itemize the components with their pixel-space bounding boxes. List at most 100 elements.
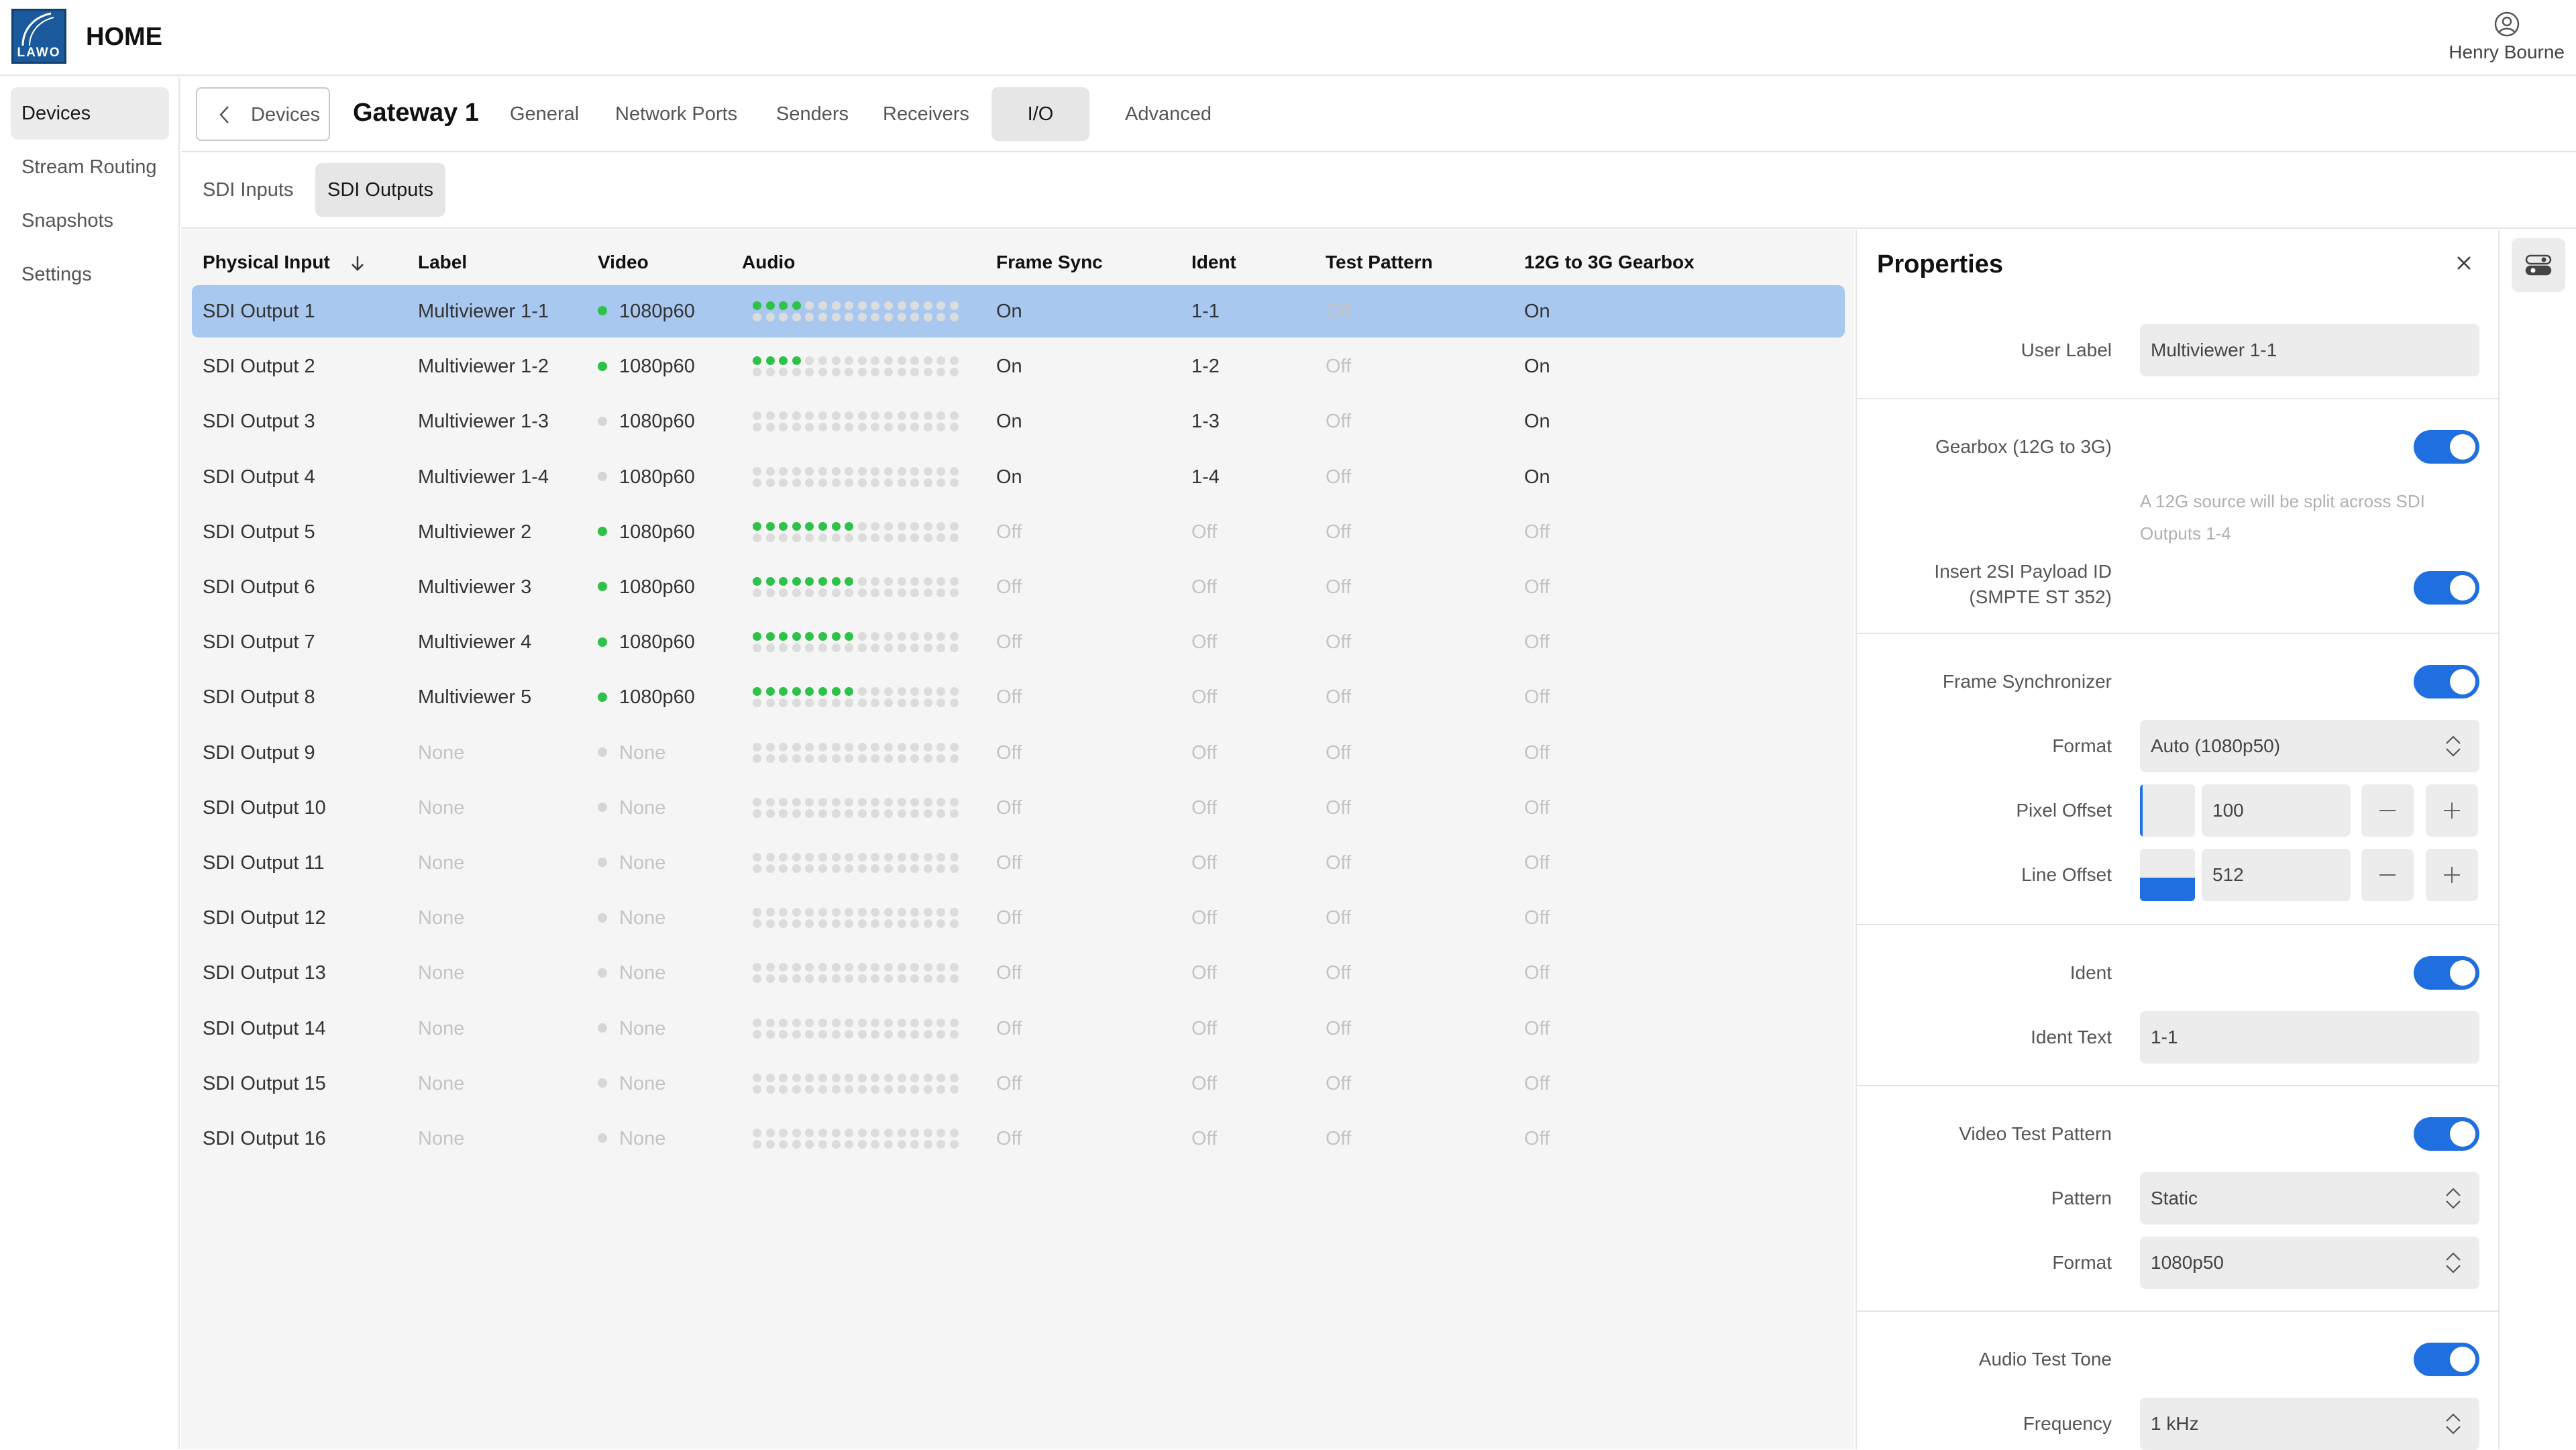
tab-receivers[interactable]: Receivers (867, 87, 985, 141)
back-to-devices-button[interactable]: Devices (196, 87, 330, 141)
output-name-cell: SDI Output 13 (203, 962, 326, 984)
column-header-label[interactable]: Label (418, 252, 467, 273)
pixel-offset-decrement-button[interactable] (2361, 784, 2414, 837)
audio-channel-dot (831, 908, 841, 917)
sidebar-item-settings[interactable]: Settings (11, 248, 169, 301)
audio-channel-dot (792, 313, 801, 321)
table-row[interactable]: SDI Output 8 Multiviewer 5 1080p60 Off Off Of… (192, 671, 1845, 723)
audio-channel-dot (936, 411, 946, 421)
subtab-sdi-inputs[interactable]: SDI Inputs (191, 163, 305, 217)
pixel-offset-slider[interactable] (2140, 784, 2195, 837)
table-row[interactable]: SDI Output 4 Multiviewer 1-4 1080p60 On 1-4 O… (192, 451, 1845, 503)
audio-test-tone-label: Audio Test Tone (1978, 1349, 2112, 1369)
audio-channel-dot (845, 301, 854, 310)
gearbox-toggle[interactable] (2414, 430, 2479, 464)
audio-channel-dot (792, 521, 801, 531)
tab-general[interactable]: General (494, 87, 595, 141)
table-row[interactable]: SDI Output 13 None None Off Off Off Off (192, 947, 1845, 999)
user-label-input[interactable]: Multiviewer 1-1 (2140, 324, 2479, 376)
column-header-ident[interactable]: Ident (1191, 252, 1236, 273)
table-row[interactable]: SDI Output 14 None None Off Off Off Off (192, 1002, 1845, 1055)
sidebar-item-snapshots[interactable]: Snapshots (11, 195, 169, 247)
table-row[interactable]: SDI Output 9 None None Off Off Off Off (192, 727, 1845, 779)
test-pattern-cell: Off (1326, 1128, 1352, 1149)
tab-advanced[interactable]: Advanced (1109, 87, 1228, 141)
table-row[interactable]: SDI Output 5 Multiviewer 2 1080p60 Off Off Of… (192, 506, 1845, 558)
audio-channel-dot (910, 687, 920, 696)
audio-channel-dot (779, 478, 788, 487)
close-icon[interactable] (2455, 254, 2473, 272)
audio-channel-meters (753, 742, 967, 764)
audio-channel-dot (805, 1029, 814, 1039)
video-format-text: None (619, 962, 666, 984)
audio-test-tone-toggle[interactable] (2414, 1343, 2479, 1376)
audio-channel-dot (845, 853, 854, 862)
table-row[interactable]: SDI Output 10 None None Off Off Off Off (192, 782, 1845, 834)
column-header-video[interactable]: Video (598, 252, 649, 273)
ident-label: Ident (2070, 962, 2112, 983)
table-row[interactable]: SDI Output 6 Multiviewer 3 1080p60 Off Off Of… (192, 561, 1845, 613)
payload-id-toggle[interactable] (2414, 571, 2479, 605)
column-header-physical-input[interactable]: Physical Input (203, 252, 365, 273)
audio-channel-dot (792, 809, 801, 818)
audio-channel-dot (857, 466, 867, 476)
audio-channel-dot (884, 963, 893, 972)
audio-channel-dot (753, 466, 761, 476)
audio-channel-dot (779, 632, 788, 641)
table-row[interactable]: SDI Output 3 Multiviewer 1-3 1080p60 On 1-3 O… (192, 395, 1845, 448)
audio-channel-dot (805, 533, 814, 542)
audio-channel-dot (897, 577, 906, 586)
audio-channel-dot (950, 632, 959, 641)
app-title[interactable]: HOME (86, 23, 162, 52)
table-row[interactable]: SDI Output 1 Multiviewer 1-1 1080p60 On 1-1 O… (192, 285, 1845, 338)
properties-toggle-button[interactable] (2512, 238, 2565, 292)
audio-channel-dot (845, 643, 854, 653)
column-header-gearbox[interactable]: 12G to 3G Gearbox (1524, 252, 1695, 273)
audio-channel-dot (950, 423, 959, 432)
frame-sync-toggle[interactable] (2414, 665, 2479, 698)
output-name-cell: SDI Output 8 (203, 686, 315, 709)
ident-text-input[interactable]: 1-1 (2140, 1011, 2479, 1064)
audio-channel-dot (779, 687, 788, 696)
table-row[interactable]: SDI Output 12 None None Off Off Off Off (192, 892, 1845, 944)
line-offset-slider[interactable] (2140, 849, 2195, 901)
audio-channel-dot (950, 742, 959, 752)
ident-toggle[interactable] (2414, 956, 2479, 990)
test-pattern-cell: Off (1326, 741, 1352, 764)
pixel-offset-input[interactable]: 100 (2202, 784, 2351, 837)
pattern-select[interactable]: Static (2140, 1172, 2479, 1225)
line-offset-decrement-button[interactable] (2361, 849, 2414, 901)
audio-channel-dot (765, 742, 775, 752)
format-select[interactable]: Auto (1080p50) (2140, 720, 2479, 772)
user-menu[interactable]: Henry Bourne (2449, 11, 2565, 63)
line-offset-increment-button[interactable] (2426, 849, 2478, 901)
audio-channel-dot (818, 1073, 827, 1082)
column-header-audio[interactable]: Audio (742, 252, 795, 273)
table-row[interactable]: SDI Output 15 None None Off Off Off Off (192, 1057, 1845, 1110)
column-header-test-pattern[interactable]: Test Pattern (1326, 252, 1433, 273)
line-offset-input[interactable]: 512 (2202, 849, 2351, 901)
audio-channel-dot (831, 368, 841, 377)
audio-channel-dot (845, 411, 854, 421)
audio-channel-dot (765, 864, 775, 873)
audio-channel-dot (923, 797, 932, 807)
table-row[interactable]: SDI Output 11 None None Off Off Off Off (192, 837, 1845, 889)
frequency-select[interactable]: 1 kHz (2140, 1398, 2479, 1450)
column-header-frame-sync[interactable]: Frame Sync (996, 252, 1103, 273)
tab-network-ports[interactable]: Network Ports (599, 87, 753, 141)
ident-cell: 1-3 (1191, 411, 1220, 433)
video-test-pattern-toggle[interactable] (2414, 1117, 2479, 1151)
sidebar-item-stream-routing[interactable]: Stream Routing (11, 141, 169, 193)
tab-senders[interactable]: Senders (760, 87, 865, 141)
subtab-sdi-outputs[interactable]: SDI Outputs (315, 163, 445, 217)
audio-channel-dot (845, 974, 854, 984)
sidebar-item-devices[interactable]: Devices (11, 87, 169, 140)
pixel-offset-increment-button[interactable] (2426, 784, 2478, 837)
tab-io[interactable]: I/O (991, 87, 1089, 141)
test-format-select[interactable]: 1080p50 (2140, 1237, 2479, 1289)
table-row[interactable]: SDI Output 7 Multiviewer 4 1080p60 Off Off Of… (192, 616, 1845, 668)
table-row[interactable]: SDI Output 2 Multiviewer 1-2 1080p60 On 1-2 O… (192, 340, 1845, 393)
audio-channel-dot (936, 797, 946, 807)
table-row[interactable]: SDI Output 16 None None Off Off Off Off (192, 1112, 1845, 1165)
audio-channel-dot (884, 577, 893, 586)
